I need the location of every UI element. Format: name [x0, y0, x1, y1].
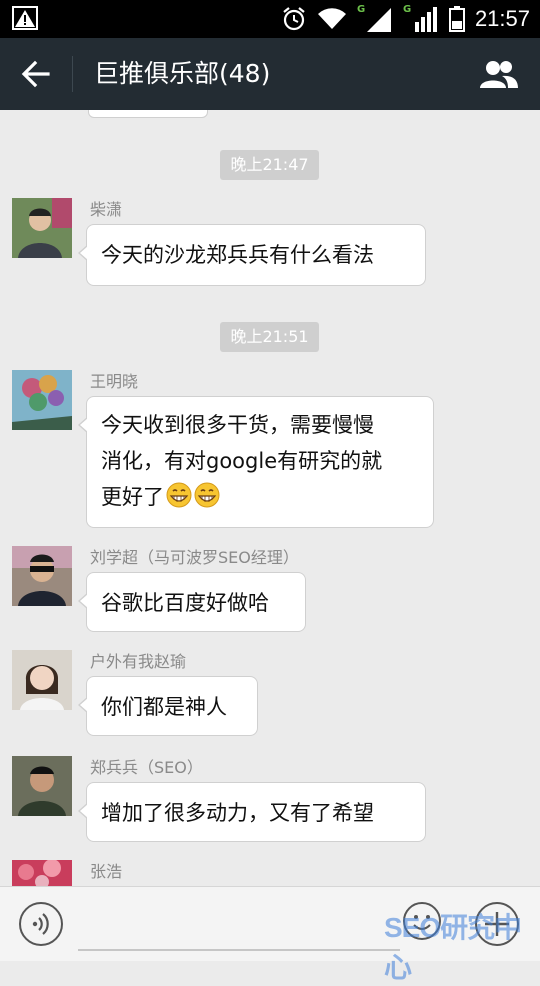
sender-name: 郑兵兵（SEO） — [90, 758, 203, 777]
message-bubble-partial — [88, 110, 208, 118]
message-text: 谷歌比百度好做哈 — [101, 591, 269, 615]
wifi-icon — [317, 8, 346, 30]
status-time: 21:57 — [474, 6, 530, 31]
message-text-line: 今天收到很多干货，需要慢慢 — [101, 413, 374, 437]
header-divider — [72, 56, 73, 92]
timestamp: 晚上21:51 — [220, 322, 319, 352]
grin-emoji-icon — [166, 482, 192, 508]
message-text: 你们都是神人 — [101, 695, 227, 719]
message-bubble[interactable]: 今天的沙龙郑兵兵有什么看法 — [78, 224, 426, 286]
battery-icon — [448, 6, 465, 32]
message-bubble[interactable]: 增加了很多动力，又有了希望 — [78, 782, 426, 842]
message-bubble[interactable]: 谷歌比百度好做哈 — [78, 572, 306, 632]
back-arrow-icon[interactable] — [18, 56, 54, 92]
avatar[interactable] — [12, 198, 72, 258]
avatar[interactable] — [12, 370, 72, 430]
grin-emoji-icon — [194, 482, 220, 508]
voice-input-icon[interactable] — [18, 901, 64, 947]
sender-name: 柴潇 — [90, 200, 123, 219]
status-bar: G G 21:57 — [0, 0, 540, 38]
signal-sim2-icon: G — [403, 4, 439, 32]
message-text: 今天的沙龙郑兵兵有什么看法 — [101, 243, 374, 267]
chat-header: 巨推俱乐部(48) — [0, 38, 540, 110]
sender-name: 王明晓 — [90, 372, 139, 391]
chat-title: 巨推俱乐部(48) — [94, 59, 271, 88]
timestamp: 晚上21:47 — [220, 150, 319, 180]
avatar[interactable] — [12, 756, 72, 816]
avatar[interactable] — [12, 860, 72, 886]
signal-sim1-icon: G — [357, 4, 393, 32]
avatar[interactable] — [12, 546, 72, 606]
watermark: SEO研究中心 — [384, 912, 522, 983]
message-bubble[interactable]: 今天收到很多干货，需要慢慢 消化，有对google有研究的就 更好了 — [78, 396, 434, 528]
sender-name: 户外有我赵瑜 — [90, 652, 187, 671]
warning-icon — [12, 6, 38, 30]
avatar[interactable] — [12, 650, 72, 710]
sender-name: 张浩 — [90, 862, 123, 881]
group-members-icon[interactable] — [478, 58, 520, 90]
message-text-line: 消化，有对google有研究的就 — [101, 449, 383, 473]
message-text: 增加了很多动力，又有了希望 — [101, 801, 374, 825]
message-bubble[interactable]: 你们都是神人 — [78, 676, 258, 736]
message-text-line: 更好了 — [101, 485, 164, 509]
message-input[interactable] — [78, 901, 400, 951]
sender-name: 刘学超（马可波罗SEO经理） — [90, 548, 299, 567]
message-list[interactable]: 晚上21:47 柴潇 今天的沙龙郑兵兵有什么看法 晚上21:51 王明晓 今天收… — [0, 110, 540, 886]
alarm-icon — [283, 7, 305, 31]
